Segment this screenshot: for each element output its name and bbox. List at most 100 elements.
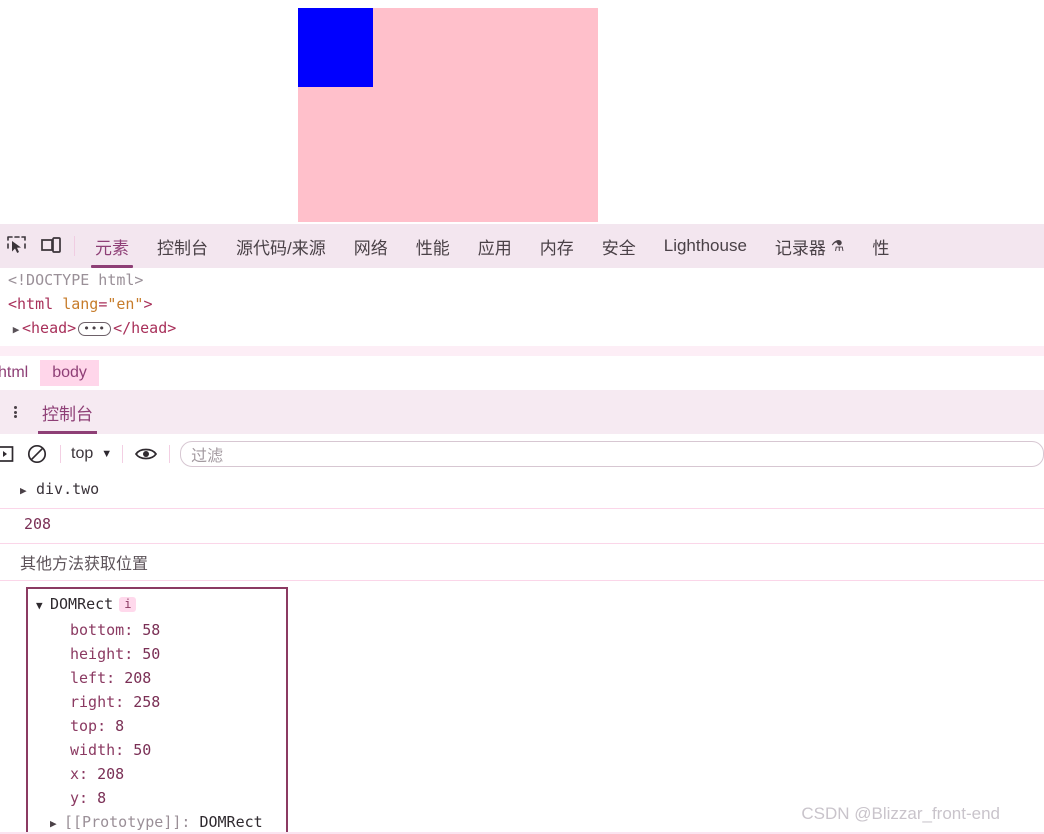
property-value: 50	[142, 645, 161, 663]
collapsed-children-icon[interactable]: •••	[78, 321, 112, 336]
info-icon[interactable]: i	[119, 597, 137, 612]
property-value: 8	[115, 717, 125, 735]
breadcrumb-item-body[interactable]: body	[40, 360, 99, 386]
tab-security[interactable]: 安全	[588, 224, 650, 268]
domrect-prototype-row[interactable]: ▶ [[Prototype]]: DOMRect	[28, 810, 286, 832]
property-key: width	[70, 741, 116, 759]
dom-tree: <!DOCTYPE html> <html lang="en"> ▶ <head>…	[0, 268, 1044, 350]
head-close-tag: </head>	[113, 319, 177, 337]
tab-recorder[interactable]: 记录器 ⚗	[761, 224, 858, 268]
prototype-value: DOMRect	[199, 813, 263, 831]
console-message-row[interactable]: 其他方法获取位置	[0, 544, 1044, 581]
property-value: 58	[142, 621, 161, 639]
tab-application[interactable]: 应用	[464, 224, 526, 268]
html-tag-close: >	[143, 295, 153, 313]
collapse-caret-icon[interactable]: ▼	[36, 594, 50, 618]
toolbar-separator-3	[169, 445, 171, 463]
expand-caret-icon[interactable]: ▶	[50, 812, 64, 832]
drawer-header: 控制台	[0, 390, 1044, 435]
inspect-element-icon[interactable]	[0, 224, 34, 268]
property-key: x	[70, 765, 80, 783]
domrect-header[interactable]: ▼ DOMRect i	[28, 589, 286, 618]
domrect-title: DOMRect	[50, 595, 114, 613]
property-key: bottom	[70, 621, 125, 639]
tab-memory-label: 内存	[539, 238, 574, 258]
watermark: CSDN @Blizzar_front-end	[801, 804, 1000, 823]
execution-context-select[interactable]: top ▼	[67, 445, 116, 463]
tab-console-label: 控制台	[157, 238, 208, 258]
tab-lighthouse-label: Lighthouse	[663, 236, 747, 255]
property-key: right	[70, 693, 116, 711]
tab-performance-label: 性能	[415, 238, 450, 258]
property-value: 50	[133, 741, 152, 759]
clear-console-icon[interactable]	[20, 434, 54, 474]
tab-console[interactable]: 控制台	[143, 224, 222, 268]
domrect-property: width: 50	[70, 741, 152, 759]
domrect-property: right: 258	[70, 693, 161, 711]
tab-recorder-label: 记录器	[774, 238, 826, 258]
console-message-row[interactable]: 208	[0, 509, 1044, 544]
breadcrumb-item-html[interactable]: html	[0, 360, 40, 386]
property-key: y	[70, 789, 80, 807]
expand-caret-icon[interactable]: ▶	[10, 318, 22, 342]
more-options-icon[interactable]	[0, 390, 30, 434]
console-message-text: div.two	[36, 480, 100, 498]
console-filter-input[interactable]: 过滤	[180, 441, 1044, 467]
console-message-text: 208	[24, 515, 52, 533]
tab-performance[interactable]: 性能	[402, 224, 464, 268]
tab-lighthouse[interactable]: Lighthouse	[650, 224, 761, 268]
property-value: 8	[97, 789, 107, 807]
console-filter-placeholder: 过滤	[191, 448, 224, 465]
drawer-tab-console[interactable]: 控制台	[30, 390, 105, 434]
doctype-text: <!DOCTYPE html>	[8, 271, 144, 289]
toolbar-divider	[74, 236, 75, 256]
property-key: top	[70, 717, 98, 735]
console-message-row[interactable]: ▶ div.two	[0, 474, 1044, 509]
breadcrumb-item-html-label: html	[0, 364, 29, 381]
console-sidebar-toggle-icon[interactable]	[0, 434, 20, 474]
domrect-property: left: 208	[70, 669, 152, 687]
device-toolbar-icon[interactable]	[34, 224, 68, 268]
tab-performance-monitor-label: 性	[872, 238, 890, 258]
console-message-text: 其他方法获取位置	[20, 556, 149, 573]
page-viewport	[0, 0, 1044, 224]
head-open-tag: <head>	[22, 319, 77, 337]
dom-line-doctype[interactable]: <!DOCTYPE html>	[0, 268, 1044, 292]
blue-box-div-one	[298, 8, 373, 87]
dom-line-head[interactable]: ▶ <head> ••• </head>	[0, 316, 1044, 340]
live-expression-eye-icon[interactable]	[129, 434, 163, 474]
domrect-object-panel: ▼ DOMRect i bottom: 58 height: 50 left: 20…	[26, 587, 288, 834]
drawer-tab-console-label: 控制台	[42, 404, 93, 424]
toolbar-separator-2	[122, 445, 124, 463]
tab-network[interactable]: 网络	[340, 224, 402, 268]
tab-sources-label: 源代码/来源	[236, 238, 326, 258]
property-value: 258	[133, 693, 161, 711]
tab-security-label: 安全	[601, 238, 636, 258]
execution-context-value: top	[71, 445, 94, 462]
dom-line-html[interactable]: <html lang="en">	[0, 292, 1044, 316]
property-value: 208	[97, 765, 125, 783]
prototype-key: [[Prototype]]:	[64, 813, 191, 831]
tab-sources[interactable]: 源代码/来源	[222, 224, 340, 268]
tab-elements[interactable]: 元素	[81, 224, 143, 268]
devtools-screenshot: 元素 控制台 源代码/来源 网络 性能 应用 内存 安全 Lighthouse …	[0, 0, 1044, 834]
html-attr-name: lang	[62, 295, 99, 313]
domrect-property: top: 8	[70, 717, 125, 735]
property-key: left	[70, 669, 107, 687]
domrect-property: bottom: 58	[70, 621, 161, 639]
flask-icon: ⚗	[830, 238, 845, 255]
breadcrumb: html body	[0, 356, 1044, 391]
tab-application-label: 应用	[477, 238, 512, 258]
breadcrumb-item-body-label: body	[52, 364, 87, 381]
tab-network-label: 网络	[353, 238, 388, 258]
tab-performance-monitor[interactable]: 性	[858, 224, 903, 268]
tab-memory[interactable]: 内存	[526, 224, 588, 268]
toolbar-separator	[60, 445, 61, 463]
domrect-property: x: 208	[70, 765, 125, 783]
tab-elements-label: 元素	[95, 238, 129, 258]
property-value: 208	[124, 669, 152, 687]
expand-caret-icon[interactable]: ▶	[20, 484, 36, 497]
html-tag-open: <html	[8, 295, 54, 313]
devtools-tab-bar: 元素 控制台 源代码/来源 网络 性能 应用 内存 安全 Lighthouse …	[0, 224, 1044, 269]
dom-line-body-selected[interactable]	[0, 346, 1044, 356]
